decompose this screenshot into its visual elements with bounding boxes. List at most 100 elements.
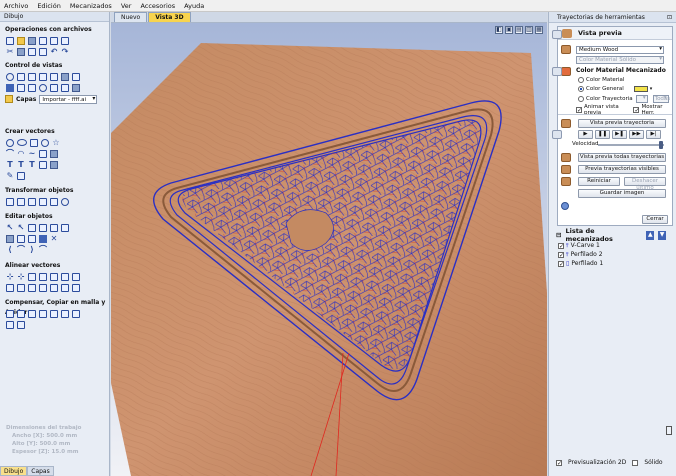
array-icon[interactable] bbox=[17, 309, 25, 318]
text-arc-icon[interactable]: T bbox=[28, 160, 36, 169]
block-copy-icon[interactable] bbox=[72, 309, 80, 318]
menu-accesorios[interactable]: Accesorios bbox=[140, 2, 175, 10]
guides-icon[interactable] bbox=[28, 83, 36, 92]
labels-icon[interactable] bbox=[6, 320, 14, 329]
preview-all-button[interactable]: Vista previa todas trayectorias bbox=[578, 153, 666, 162]
text-on-curve-icon[interactable]: T bbox=[17, 160, 25, 169]
center-icon[interactable] bbox=[39, 83, 47, 92]
move-icon[interactable] bbox=[6, 197, 14, 206]
zoom-extents-icon[interactable] bbox=[17, 72, 25, 81]
color-swatch[interactable] bbox=[633, 86, 648, 92]
preview-toolpath-button[interactable]: Vista previa trayectoria bbox=[578, 119, 666, 128]
star-icon[interactable]: ☆ bbox=[52, 138, 60, 147]
fillet-icon[interactable] bbox=[39, 149, 47, 158]
toolpath-checkbox[interactable]: ✓ bbox=[558, 242, 564, 249]
dimension-icon[interactable] bbox=[50, 149, 58, 158]
polygon-icon[interactable] bbox=[41, 138, 49, 147]
grid-icon[interactable] bbox=[28, 47, 36, 56]
fast-forward-icon[interactable]: ▶▶ bbox=[629, 130, 644, 139]
node-edit-icon[interactable]: ✎ bbox=[6, 171, 14, 180]
new-file-icon[interactable] bbox=[6, 36, 14, 45]
toolpath-checkbox[interactable]: ✓ bbox=[558, 260, 564, 267]
toolpath-item[interactable]: ✓ ⫯ Perfilado 2 bbox=[556, 250, 666, 259]
pause-icon[interactable]: ❚❚ bbox=[595, 130, 610, 139]
zoom-material-icon[interactable] bbox=[39, 72, 47, 81]
radio-toolpath[interactable] bbox=[578, 96, 584, 102]
align-vcenter-icon[interactable] bbox=[61, 272, 69, 281]
align-center-icon[interactable] bbox=[61, 197, 69, 206]
align-right-icon[interactable] bbox=[28, 272, 36, 281]
distribute-v-icon[interactable] bbox=[17, 283, 25, 292]
3d-scene[interactable] bbox=[111, 23, 547, 476]
reset-button[interactable]: Reiniciar bbox=[578, 177, 620, 186]
distribute-h-icon[interactable] bbox=[6, 283, 14, 292]
resize-icon[interactable] bbox=[17, 197, 25, 206]
copy-along-icon[interactable] bbox=[17, 320, 25, 329]
help-icon[interactable] bbox=[561, 202, 569, 210]
menu-mecanizados[interactable]: Mecanizados bbox=[70, 2, 112, 10]
trace-bitmap-icon[interactable] bbox=[39, 160, 47, 169]
toolpath-item[interactable]: ✓ ▯ Perfilado 1 bbox=[556, 259, 666, 268]
solid-checkbox[interactable] bbox=[632, 459, 639, 466]
tab-vista-3d[interactable]: Vista 3D bbox=[148, 12, 191, 22]
align-nodes-icon[interactable] bbox=[61, 283, 69, 292]
zoom-icon[interactable] bbox=[6, 72, 14, 81]
nesting-icon[interactable] bbox=[39, 309, 47, 318]
polyline-icon[interactable]: ⌒ bbox=[6, 149, 14, 158]
close-vector-icon[interactable] bbox=[61, 223, 69, 232]
offset-icon[interactable] bbox=[6, 309, 14, 318]
wireframe-icon[interactable] bbox=[61, 83, 69, 92]
view-3d-icon[interactable] bbox=[61, 72, 69, 81]
redo-icon[interactable]: ↷ bbox=[61, 47, 69, 56]
close-button[interactable]: Cerrar bbox=[642, 215, 668, 224]
rectangle-icon[interactable] bbox=[30, 138, 38, 147]
preview-2d-checkbox[interactable]: ✓ bbox=[556, 459, 562, 466]
iso-view-icon[interactable]: ◧ bbox=[495, 26, 503, 34]
circle-icon[interactable] bbox=[6, 138, 14, 147]
join-icon[interactable] bbox=[50, 223, 58, 232]
todas-button[interactable]: Todas bbox=[652, 95, 670, 103]
group-icon[interactable] bbox=[28, 223, 36, 232]
3d-viewport[interactable]: Nuevo Vista 3D ◧ ▣ ▤ ▥ ▦ bbox=[111, 12, 547, 476]
export-icon[interactable] bbox=[17, 47, 25, 56]
solid-color-dropdown[interactable]: Color Material Sólido bbox=[576, 56, 664, 64]
zoom-selection-icon[interactable] bbox=[28, 72, 36, 81]
save-icon[interactable] bbox=[28, 36, 36, 45]
menu-archivo[interactable]: Archivo bbox=[4, 2, 28, 10]
color-dropdown-icon[interactable]: ▾ bbox=[650, 86, 653, 92]
undo-icon[interactable]: ↶ bbox=[50, 47, 58, 56]
circular-array-icon[interactable] bbox=[28, 309, 36, 318]
space-h-icon[interactable] bbox=[28, 283, 36, 292]
ellipse-icon[interactable] bbox=[17, 139, 27, 146]
select-icon[interactable]: ↖ bbox=[6, 223, 14, 232]
rulers-icon[interactable] bbox=[17, 83, 25, 92]
panel-toggle-icon[interactable] bbox=[666, 426, 672, 435]
tab-capas[interactable]: Capas bbox=[27, 466, 54, 476]
side-view-icon[interactable]: ▥ bbox=[525, 26, 533, 34]
extend-icon[interactable]: ⌒ bbox=[17, 245, 25, 254]
tab-nuevo[interactable]: Nuevo bbox=[114, 12, 148, 22]
snap-icon[interactable] bbox=[6, 83, 14, 92]
align-left-icon[interactable]: ⊹ bbox=[6, 272, 14, 281]
trim-icon[interactable]: ⟨ bbox=[6, 245, 14, 254]
radio-general[interactable] bbox=[578, 86, 584, 92]
view-2d-icon[interactable] bbox=[50, 72, 58, 81]
intersect-icon[interactable] bbox=[28, 234, 36, 243]
pin-icon[interactable]: ⊡ bbox=[667, 12, 672, 23]
step-repeat-icon[interactable] bbox=[61, 309, 69, 318]
open-folder-icon[interactable] bbox=[17, 36, 25, 45]
delete-icon[interactable]: ✕ bbox=[50, 234, 58, 243]
import-icon[interactable] bbox=[39, 36, 47, 45]
space-v-icon[interactable] bbox=[39, 283, 47, 292]
distort-icon[interactable] bbox=[50, 197, 58, 206]
play-icon[interactable]: ▶ bbox=[578, 130, 593, 139]
import-component-icon[interactable] bbox=[61, 36, 69, 45]
align-grid-icon[interactable] bbox=[72, 283, 80, 292]
tab-dibujo[interactable]: Dibujo bbox=[0, 466, 28, 476]
layers-view-icon[interactable] bbox=[50, 83, 58, 92]
settings-icon[interactable] bbox=[39, 47, 47, 56]
ungroup-icon[interactable] bbox=[39, 223, 47, 232]
layers-dropdown[interactable]: Importar - ffff.ai bbox=[39, 94, 98, 104]
save-image-button[interactable]: Guardar imagen bbox=[578, 189, 666, 198]
menu-ayuda[interactable]: Ayuda bbox=[184, 2, 204, 10]
